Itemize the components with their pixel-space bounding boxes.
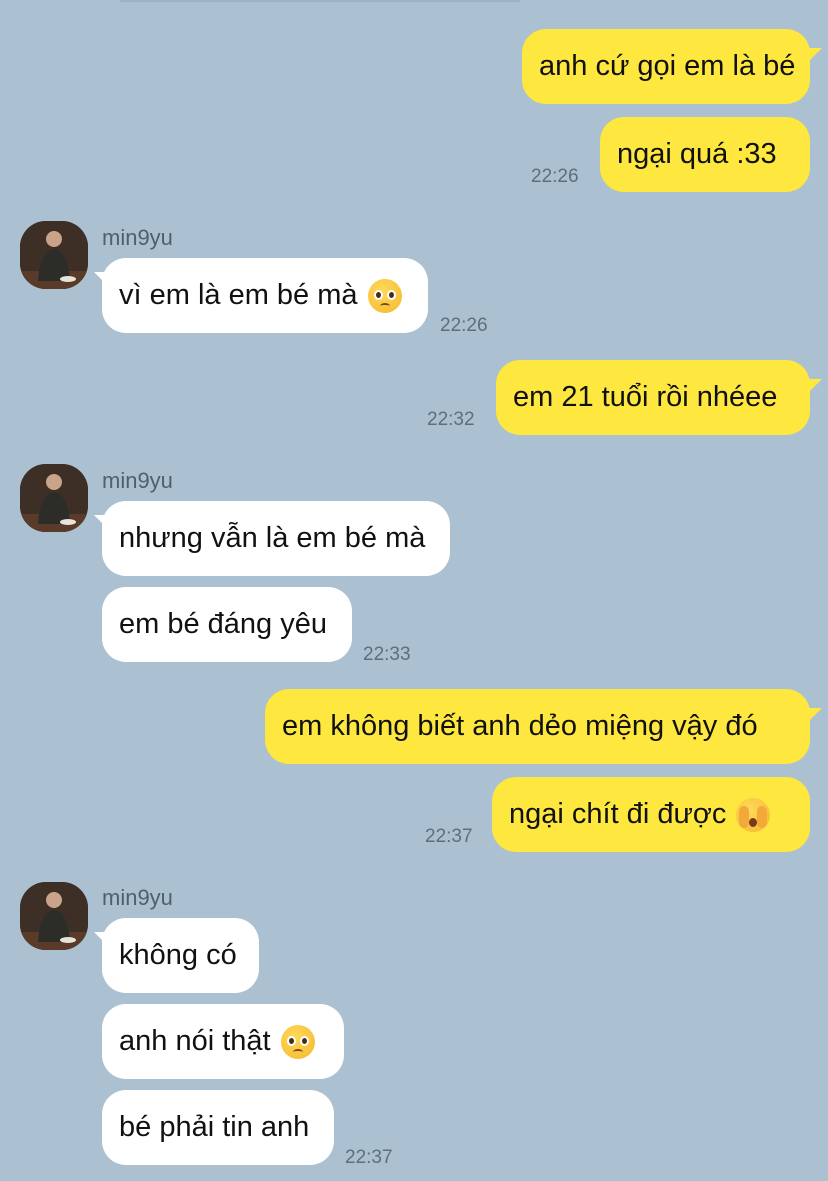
bubble-tail xyxy=(808,379,822,393)
person-photo-icon xyxy=(20,221,88,289)
message-text: vì em là em bé mà xyxy=(119,279,358,311)
message-text: ngại chít đi được xyxy=(509,798,727,830)
timestamp: 22:26 xyxy=(531,166,579,187)
timestamp: 22:32 xyxy=(427,409,475,430)
avatar[interactable] xyxy=(20,221,88,289)
divider xyxy=(120,0,520,2)
message-text: anh nói thật xyxy=(119,1025,271,1057)
incoming-message[interactable]: không có xyxy=(102,918,259,993)
avatar[interactable] xyxy=(20,464,88,532)
pleading-face-icon xyxy=(280,1024,315,1059)
message-text: em 21 tuổi rồi nhéee xyxy=(513,381,778,413)
face-with-hand-over-mouth-icon xyxy=(736,797,771,832)
incoming-message[interactable]: anh nói thật xyxy=(102,1004,344,1079)
avatar[interactable] xyxy=(20,882,88,950)
sender-name: min9yu xyxy=(102,885,173,910)
incoming-message[interactable]: nhưng vẫn là em bé mà xyxy=(102,501,450,576)
chat-thread[interactable]: anh cứ gọi em là bé ngại quá :33 22:26 m… xyxy=(0,0,828,1181)
message-text: anh cứ gọi em là bé xyxy=(539,50,796,82)
sender-name: min9yu xyxy=(102,468,173,493)
bubble-tail xyxy=(808,48,822,62)
outgoing-message[interactable]: anh cứ gọi em là bé xyxy=(522,29,810,104)
timestamp: 22:37 xyxy=(425,826,473,847)
message-text: em không biết anh dẻo miệng vậy đó xyxy=(282,710,758,742)
incoming-message[interactable]: bé phải tin anh xyxy=(102,1090,334,1165)
outgoing-message[interactable]: em không biết anh dẻo miệng vậy đó xyxy=(265,689,810,764)
timestamp: 22:26 xyxy=(440,315,488,336)
message-text: nhưng vẫn là em bé mà xyxy=(119,522,426,554)
message-text: bé phải tin anh xyxy=(119,1111,310,1143)
outgoing-message[interactable]: ngại quá :33 xyxy=(600,117,810,192)
outgoing-message[interactable]: ngại chít đi được xyxy=(492,777,810,852)
message-text: ngại quá :33 xyxy=(617,138,777,170)
pleading-face-icon xyxy=(367,278,402,313)
incoming-message[interactable]: em bé đáng yêu xyxy=(102,587,352,662)
timestamp: 22:37 xyxy=(345,1147,393,1168)
person-photo-icon xyxy=(20,464,88,532)
sender-name: min9yu xyxy=(102,225,173,250)
person-photo-icon xyxy=(20,882,88,950)
outgoing-message[interactable]: em 21 tuổi rồi nhéee xyxy=(496,360,810,435)
incoming-message[interactable]: vì em là em bé mà xyxy=(102,258,428,333)
message-text: không có xyxy=(119,939,237,971)
message-text: em bé đáng yêu xyxy=(119,608,327,640)
timestamp: 22:33 xyxy=(363,644,411,665)
bubble-tail xyxy=(808,708,822,722)
